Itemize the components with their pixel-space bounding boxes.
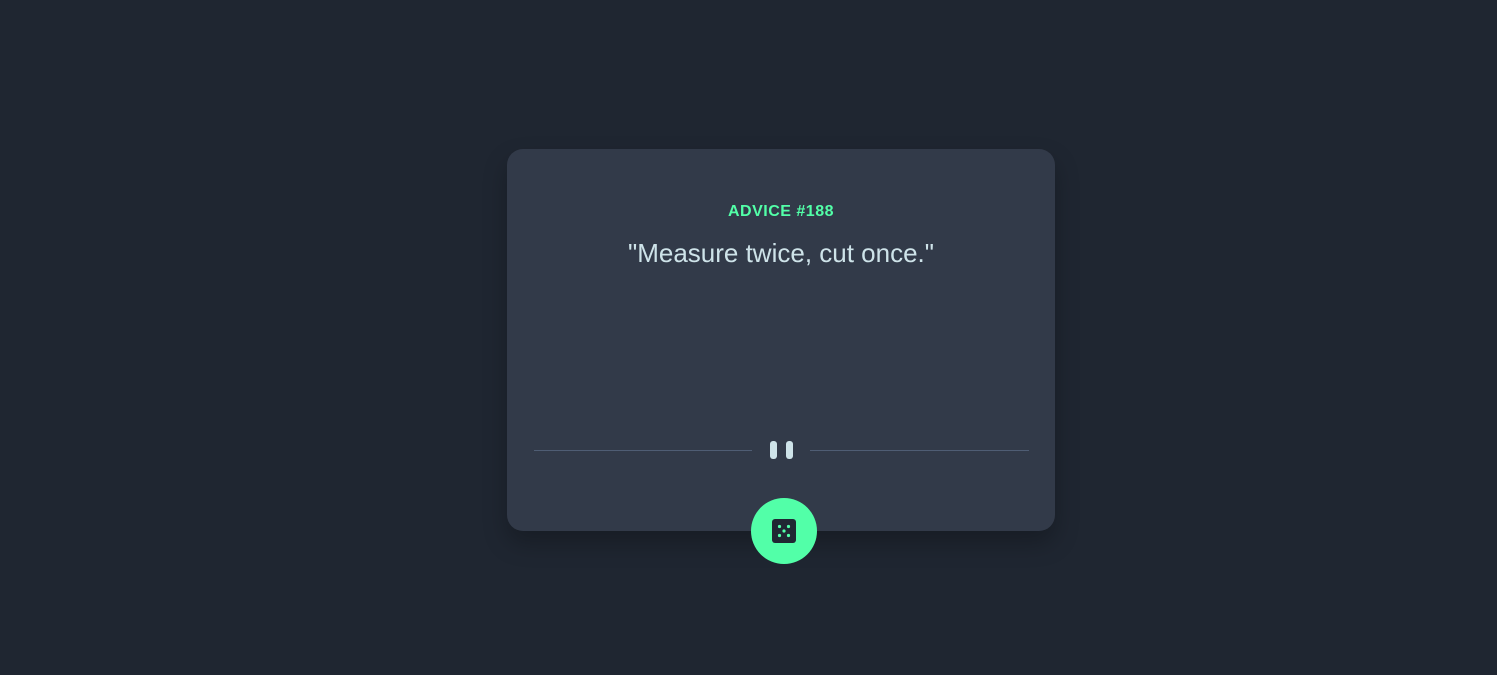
advice-id-label: ADVICE #188: [728, 203, 834, 220]
advice-quote: "Measure twice, cut once.": [627, 238, 935, 268]
dice-icon: [772, 519, 796, 543]
generate-advice-button[interactable]: [751, 498, 817, 564]
advice-card: ADVICE #188 "Measure twice, cut once.": [507, 149, 1055, 531]
pause-quote-icon: [770, 441, 794, 459]
divider-line-left: [534, 450, 752, 451]
divider-line-right: [810, 450, 1029, 451]
